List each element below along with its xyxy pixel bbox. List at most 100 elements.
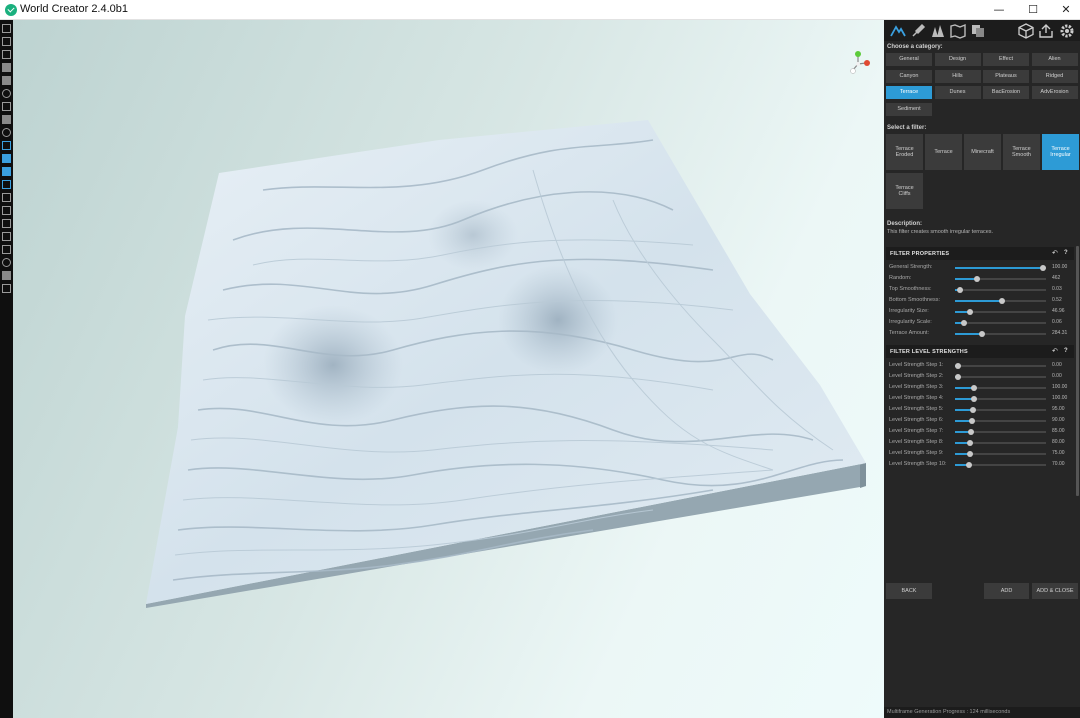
globe-icon[interactable] [2, 89, 11, 98]
binoculars-icon[interactable] [2, 115, 11, 124]
property-slider[interactable] [955, 309, 1046, 315]
category-canyon[interactable]: Canyon [886, 69, 932, 83]
level-strength-value[interactable]: 100.00 [1052, 384, 1067, 390]
brush-tool-icon[interactable] [2, 154, 11, 163]
slider-handle[interactable] [967, 440, 974, 446]
level-strength-slider[interactable] [955, 429, 1046, 435]
new-file-icon[interactable] [2, 24, 11, 33]
slider-handle[interactable] [965, 462, 972, 468]
minimize-button[interactable]: — [981, 0, 1017, 20]
sphere-icon[interactable] [2, 258, 11, 267]
slider-handle[interactable] [968, 429, 975, 435]
level-strength-slider[interactable] [955, 462, 1046, 468]
property-slider[interactable] [955, 276, 1046, 282]
settings-wheel-icon[interactable] [2, 128, 11, 137]
slider-handle[interactable] [1040, 265, 1047, 271]
level-strength-value[interactable]: 85.00 [1052, 428, 1065, 434]
property-value[interactable]: 100.00 [1052, 264, 1067, 270]
property-value[interactable]: 0.06 [1052, 319, 1062, 325]
property-value[interactable]: 0.03 [1052, 286, 1062, 292]
level-strength-slider[interactable] [954, 363, 1046, 369]
reset-icon[interactable]: ↶ [1052, 347, 1058, 355]
property-value[interactable]: 462 [1052, 275, 1060, 281]
help-icon[interactable]: ? [1064, 348, 1068, 354]
category-terrace[interactable]: Terrace [886, 86, 932, 99]
level-strength-value[interactable]: 70.00 [1052, 461, 1065, 467]
slider-handle[interactable] [971, 396, 978, 402]
property-slider[interactable] [955, 320, 1046, 326]
property-slider[interactable] [955, 331, 1046, 337]
level-strength-value[interactable]: 90.00 [1052, 417, 1065, 423]
back-button[interactable]: BACK [886, 583, 932, 599]
save-as-icon[interactable] [2, 76, 11, 85]
filter-tile[interactable]: Terrace Cliffs [886, 173, 923, 209]
close-button[interactable]: ✕ [1048, 0, 1080, 20]
level-strength-slider[interactable] [955, 451, 1046, 457]
add-close-button[interactable]: ADD & CLOSE [1032, 583, 1078, 599]
slider-handle[interactable] [961, 320, 968, 326]
category-ridged[interactable]: Ridged [1031, 69, 1078, 83]
add-button[interactable]: ADD [984, 583, 1029, 599]
level-strength-slider[interactable] [955, 407, 1046, 413]
filter-tile[interactable]: Terrace [925, 134, 962, 170]
image-icon[interactable] [2, 245, 11, 254]
property-value[interactable]: 284.31 [1052, 330, 1067, 336]
category-dunes[interactable]: Dunes [934, 86, 981, 99]
level-strength-slider[interactable] [955, 418, 1046, 424]
map-tab-icon[interactable] [950, 23, 966, 39]
crown-tool-icon[interactable] [2, 180, 11, 189]
property-slider[interactable] [955, 287, 1046, 293]
maximize-button[interactable]: ☐ [1015, 0, 1051, 20]
terrain-tab-icon[interactable] [890, 23, 906, 39]
level-strength-slider[interactable] [955, 396, 1046, 402]
path-tool-icon[interactable] [2, 193, 11, 202]
cube-icon[interactable] [1018, 23, 1034, 39]
slider-handle[interactable] [973, 276, 980, 282]
filter-tile[interactable]: Terrace Irregular [1042, 134, 1079, 170]
slider-handle[interactable] [971, 385, 978, 391]
level-strength-value[interactable]: 80.00 [1052, 439, 1065, 445]
transform-tool-icon[interactable] [2, 219, 11, 228]
slider-handle[interactable] [954, 363, 961, 369]
property-value[interactable]: 0.52 [1052, 297, 1062, 303]
filter-tile[interactable]: Terrace Smooth [1003, 134, 1040, 170]
property-slider[interactable] [955, 298, 1046, 304]
slider-handle[interactable] [999, 298, 1006, 304]
level-strength-value[interactable]: 75.00 [1052, 450, 1065, 456]
category-design[interactable]: Design [934, 53, 981, 66]
level-strength-value[interactable]: 95.00 [1052, 406, 1065, 412]
help-icon[interactable]: ? [1064, 250, 1068, 256]
category-general[interactable]: General [886, 53, 932, 66]
category-adverosion[interactable]: AdvErosion [1031, 86, 1078, 99]
property-slider[interactable] [955, 265, 1047, 271]
slider-handle[interactable] [954, 374, 961, 380]
category-plateaus[interactable]: Plateaus [983, 69, 1029, 83]
category-hills[interactable]: Hills [934, 69, 981, 83]
share-icon[interactable] [1038, 23, 1054, 39]
terrain-tool-icon[interactable] [2, 141, 11, 150]
slider-handle[interactable] [969, 418, 976, 424]
save-icon[interactable] [2, 63, 11, 72]
star-icon[interactable] [2, 271, 11, 280]
terrain-viewport[interactable] [13, 20, 884, 718]
panel-scrollbar[interactable] [1076, 246, 1079, 496]
level-strength-slider[interactable] [955, 440, 1046, 446]
gear-icon[interactable] [1059, 23, 1075, 39]
level-strength-slider[interactable] [955, 385, 1046, 391]
stamp-tool-icon[interactable] [2, 206, 11, 215]
category-effect[interactable]: Effect [983, 53, 1029, 66]
slider-handle[interactable] [979, 331, 986, 337]
slider-handle[interactable] [970, 407, 977, 413]
open-recent-icon[interactable] [2, 50, 11, 59]
brush-tab-icon[interactable] [910, 23, 926, 39]
property-value[interactable]: 46.96 [1052, 308, 1065, 314]
layers-tab-icon[interactable] [970, 23, 986, 39]
map-icon[interactable] [2, 102, 11, 111]
grid-icon[interactable] [2, 232, 11, 241]
slider-handle[interactable] [967, 309, 974, 315]
category-alien[interactable]: Alien [1031, 53, 1078, 66]
level-strength-value[interactable]: 0.00 [1052, 362, 1062, 368]
reset-icon[interactable]: ↶ [1052, 249, 1058, 257]
vegetation-tab-icon[interactable] [930, 23, 946, 39]
slider-handle[interactable] [956, 287, 963, 293]
